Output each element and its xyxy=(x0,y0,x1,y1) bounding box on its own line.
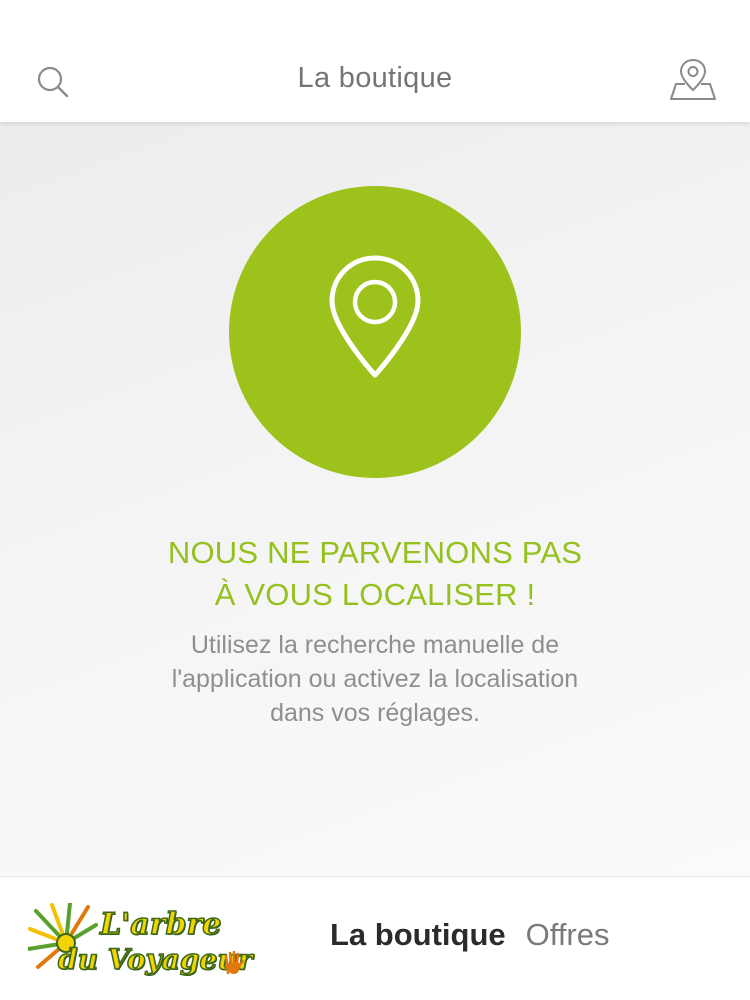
error-title: NOUS NE PARVENONS PAS À VOUS LOCALISER ! xyxy=(0,532,750,616)
map-button[interactable] xyxy=(668,56,718,106)
status-bar-area xyxy=(0,0,750,44)
error-message-line: l'application ou activez la localisation xyxy=(171,665,579,693)
tab-group: La boutique Offres xyxy=(330,917,610,961)
error-message: Utilisez la recherche manuelle de l'appl… xyxy=(0,628,750,730)
page-title: La boutique xyxy=(297,62,453,94)
bottom-tab-bar: L'arbre du Voyageur La boutique Offres xyxy=(0,876,750,1000)
tab-offres[interactable]: Offres xyxy=(526,917,610,953)
error-message-line: Utilisez la recherche manuelle de xyxy=(190,631,560,659)
location-pin-icon xyxy=(329,255,421,378)
error-title-line: À VOUS LOCALISER ! xyxy=(214,577,536,612)
map-pin-icon xyxy=(670,58,716,100)
hand-icon xyxy=(224,951,244,975)
top-app-bar: La boutique xyxy=(0,44,750,122)
brand-logo: L'arbre du Voyageur xyxy=(28,899,253,983)
tab-la-boutique[interactable]: La boutique xyxy=(330,917,506,953)
location-error-panel: NOUS NE PARVENONS PAS À VOUS LOCALISER !… xyxy=(0,122,750,876)
error-title-line: NOUS NE PARVENONS PAS xyxy=(167,535,583,570)
error-message-line: dans vos réglages. xyxy=(270,699,480,727)
logo-line1: L'arbre xyxy=(99,906,222,943)
location-badge xyxy=(229,186,521,478)
